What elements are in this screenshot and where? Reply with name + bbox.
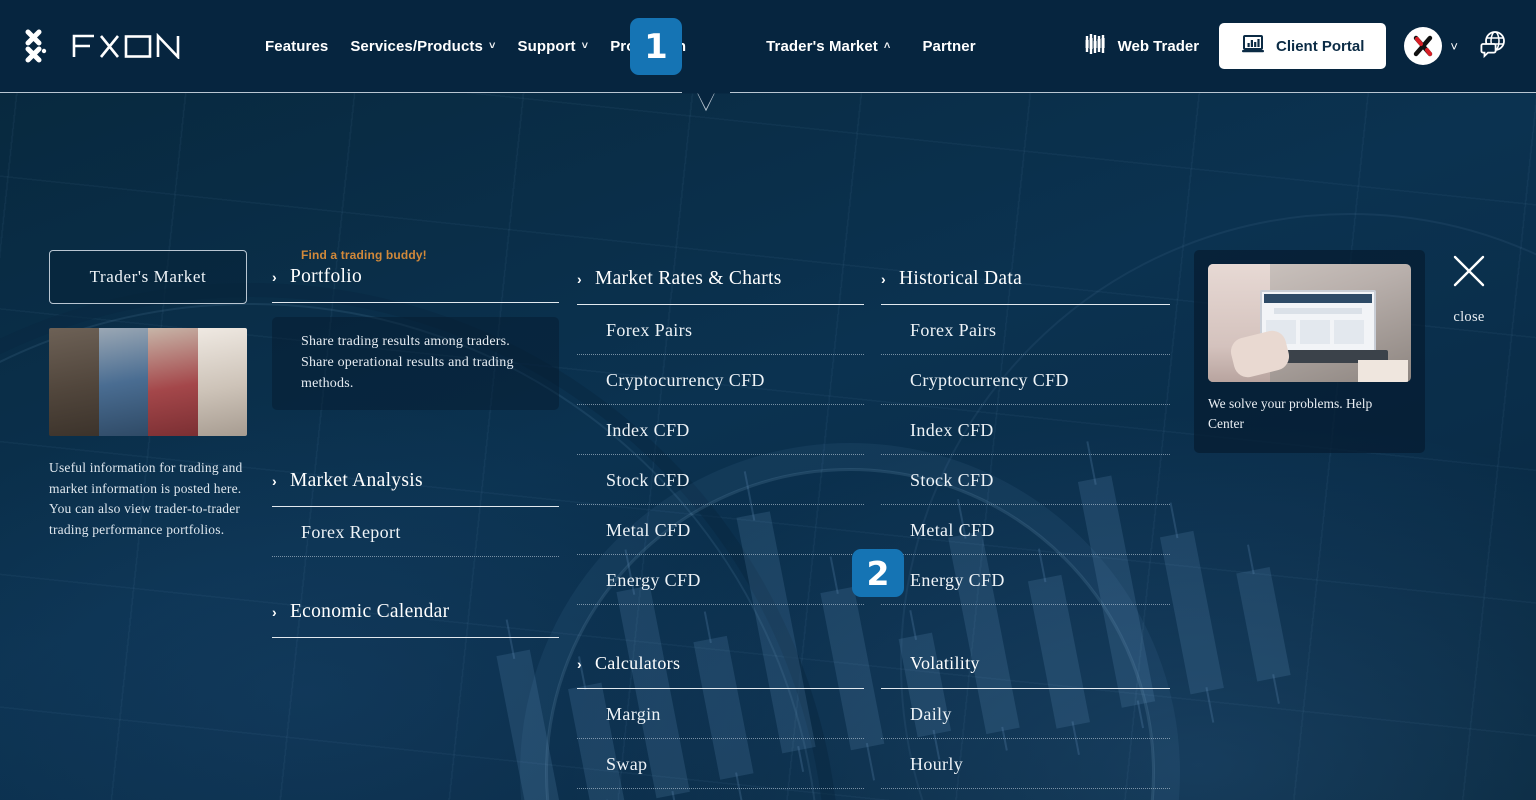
megamenu-column-portfolio: Find a trading buddy! › Portfolio Share … — [272, 248, 559, 638]
group-volatility[interactable]: Volatility — [881, 653, 1170, 676]
chevron-right-icon: › — [881, 271, 886, 287]
megamenu-promo-column: Trader's Market Useful information for t… — [49, 250, 247, 540]
chevron-right-icon: › — [272, 604, 277, 620]
annotation-badge-1: 1 — [630, 18, 682, 75]
menu-item-stock-cfd[interactable]: Stock CFD — [881, 455, 1170, 504]
divider — [272, 302, 559, 303]
nav-label: Partner — [922, 37, 976, 55]
menu-item-pips[interactable]: Pips — [577, 789, 864, 800]
nav-item-support[interactable]: Support ˅ — [506, 28, 599, 65]
web-trader-label: Web Trader — [1117, 37, 1200, 55]
menu-pointer-notch — [682, 91, 730, 112]
help-center-image — [1208, 264, 1411, 382]
help-center-text: We solve your problems. Help Center — [1208, 396, 1373, 431]
help-center-card[interactable]: We solve your problems. Help Center — [1194, 250, 1425, 453]
chevron-up-icon: ˄ — [883, 40, 891, 52]
divider — [881, 604, 1170, 605]
group-historical-data[interactable]: › Historical Data — [881, 268, 1170, 292]
menu-item-forex-pairs[interactable]: Forex Pairs — [881, 305, 1170, 354]
traders-photo-collage — [49, 328, 247, 436]
nav-label: Support — [517, 37, 576, 55]
menu-item-energy-cfd[interactable]: Energy CFD — [577, 555, 864, 604]
chevron-right-icon: › — [577, 655, 582, 672]
menu-item-forex-report[interactable]: Forex Report — [272, 507, 559, 556]
fxon-logo-icon — [24, 29, 60, 63]
menu-item-weekday-specific[interactable]: Weekday Specifc — [881, 789, 1170, 800]
megamenu-column-volatility: Volatility Daily Hourly Weekday Specifc — [881, 653, 1170, 800]
megamenu-column-historical-data: › Historical Data Forex Pairs Cryptocurr… — [881, 268, 1170, 605]
chevron-right-icon: › — [272, 269, 277, 285]
account-menu[interactable]: ˅ — [1404, 27, 1458, 65]
fxon-avatar-icon — [1414, 35, 1433, 57]
nav-item-traders-market[interactable]: Trader's Market ˄ — [755, 28, 901, 65]
menu-item-cryptocurrency-cfd[interactable]: Cryptocurrency CFD — [577, 355, 864, 404]
menu-item-cryptocurrency-cfd[interactable]: Cryptocurrency CFD — [881, 355, 1170, 404]
megamenu-column-calculators: › Calculators Margin Swap Pips — [577, 653, 864, 800]
portfolio-eyebrow: Find a trading buddy! — [301, 248, 427, 262]
nav-label: Services/Products — [350, 37, 483, 55]
menu-item-daily[interactable]: Daily — [881, 689, 1170, 738]
group-calculators[interactable]: › Calculators — [577, 653, 864, 676]
nav-item-partner[interactable]: Partner — [911, 28, 986, 65]
nav-item-services-products[interactable]: Services/Products ˅ — [339, 28, 506, 65]
close-label: close — [1453, 309, 1485, 325]
close-menu-button[interactable]: close — [1443, 250, 1495, 326]
nav-label: Trader's Market — [766, 37, 878, 55]
brand-wordmark — [72, 33, 190, 59]
chevron-down-icon: ˅ — [581, 40, 589, 52]
menu-item-swap[interactable]: Swap — [577, 739, 864, 788]
brand-logo[interactable] — [24, 29, 190, 63]
menu-item-stock-cfd[interactable]: Stock CFD — [577, 455, 864, 504]
group-title: Portfolio — [289, 266, 363, 287]
group-title: Economic Calendar — [289, 601, 450, 622]
avatar — [1404, 27, 1443, 65]
group-portfolio[interactable]: › Portfolio — [272, 266, 559, 290]
nav-label: Features — [265, 37, 329, 55]
portfolio-description-card: Share trading results among traders. Sha… — [272, 317, 559, 410]
group-economic-calendar[interactable]: › Economic Calendar — [272, 601, 559, 625]
divider — [577, 604, 864, 605]
menu-item-metal-cfd[interactable]: Metal CFD — [881, 505, 1170, 554]
menu-item-index-cfd[interactable]: Index CFD — [577, 405, 864, 454]
candlestick-chart-icon — [1084, 33, 1108, 59]
chevron-down-icon: ˅ — [488, 40, 496, 52]
web-trader-button[interactable]: Web Trader — [1084, 33, 1199, 59]
promo-description: Useful information for trading and marke… — [49, 460, 243, 537]
traders-market-button[interactable]: Trader's Market — [49, 250, 247, 304]
header-actions: Web Trader Client Portal ˅ — [1084, 23, 1514, 69]
divider — [272, 637, 559, 638]
nav-item-features[interactable]: Features — [254, 28, 339, 65]
language-switcher[interactable] — [1478, 29, 1508, 64]
annotation-badge-2: 2 — [852, 549, 904, 597]
chevron-right-icon: › — [272, 473, 277, 489]
chevron-right-icon: › — [577, 271, 582, 287]
group-title: Volatility — [910, 653, 980, 673]
portfolio-description: Share trading results among traders. Sha… — [301, 334, 514, 391]
traders-market-megamenu: Trader's Market Useful information for t… — [0, 93, 1536, 800]
menu-item-energy-cfd[interactable]: Energy CFD — [881, 555, 1170, 604]
group-title: Historical Data — [898, 268, 1023, 289]
page-root: Features Services/Products ˅ Support ˅ P… — [0, 0, 1536, 800]
group-title: Calculators — [594, 653, 681, 673]
site-header: Features Services/Products ˅ Support ˅ P… — [0, 0, 1536, 93]
laptop-chart-icon — [1241, 34, 1265, 58]
menu-item-hourly[interactable]: Hourly — [881, 739, 1170, 788]
group-market-rates-charts[interactable]: › Market Rates & Charts — [577, 268, 864, 292]
menu-item-index-cfd[interactable]: Index CFD — [881, 405, 1170, 454]
group-title: Market Rates & Charts — [594, 268, 782, 289]
close-icon — [1453, 255, 1485, 287]
main-navigation: Features Services/Products ˅ Support ˅ P… — [254, 28, 987, 65]
megamenu-column-market-rates: › Market Rates & Charts Forex Pairs Cryp… — [577, 268, 864, 605]
client-portal-label: Client Portal — [1276, 37, 1365, 55]
chevron-down-icon: ˅ — [1450, 38, 1458, 54]
menu-item-margin[interactable]: Margin — [577, 689, 864, 738]
menu-item-metal-cfd[interactable]: Metal CFD — [577, 505, 864, 554]
group-market-analysis[interactable]: › Market Analysis — [272, 470, 559, 494]
globe-chat-icon — [1478, 30, 1508, 63]
menu-item-forex-pairs[interactable]: Forex Pairs — [577, 305, 864, 354]
group-title: Market Analysis — [289, 470, 423, 491]
client-portal-button[interactable]: Client Portal — [1219, 23, 1387, 69]
